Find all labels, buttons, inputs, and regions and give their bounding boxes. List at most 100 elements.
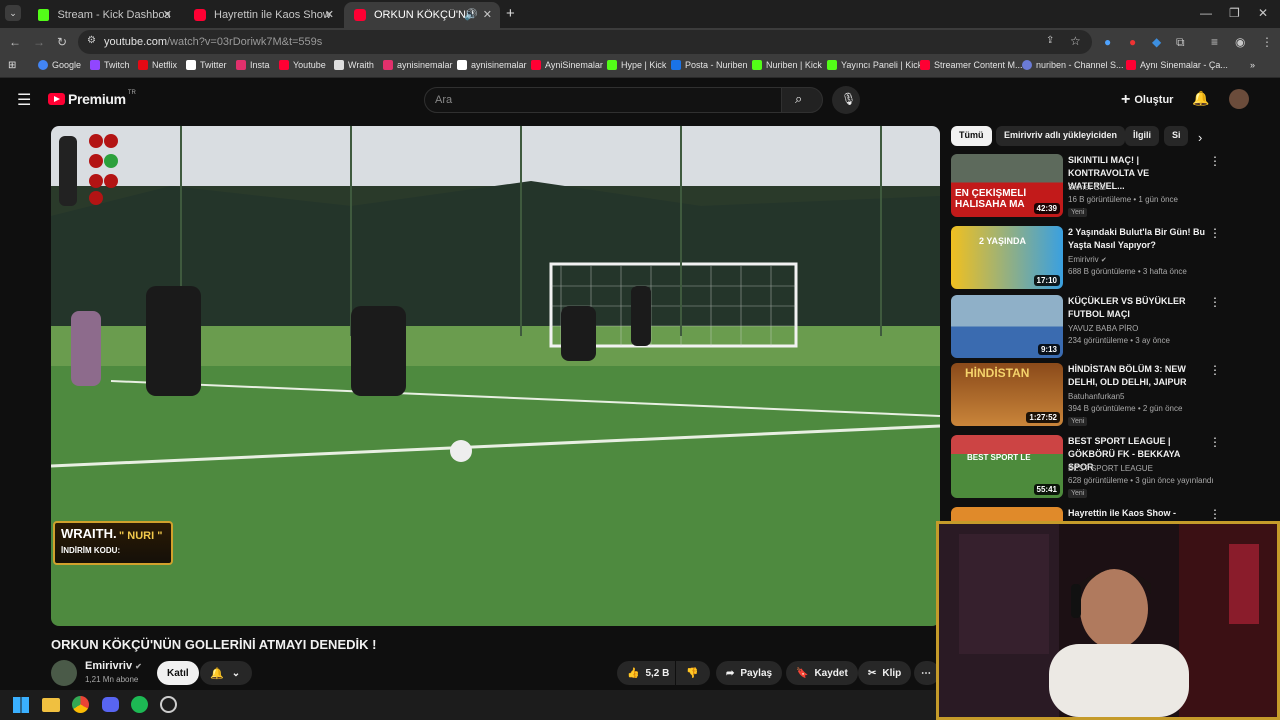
channel-name[interactable]: Batuhanfurkan5 — [1068, 392, 1125, 401]
install-icon[interactable]: ⇪ — [1046, 35, 1054, 46]
list-item[interactable]: HİNDİSTAN 1:27:52 HİNDİSTAN BÖLÜM 3: NEW… — [951, 363, 1263, 427]
subscribe-bell-button[interactable]: 🔔 ⌄ — [200, 661, 252, 685]
create-button[interactable]: + Oluştur — [1121, 91, 1173, 109]
address-bar[interactable]: ⚙ youtube.com/watch?v=03rDoriwk7M&t=559s… — [78, 30, 1092, 54]
channel-avatar[interactable] — [51, 660, 77, 686]
notifications-bell-icon[interactable]: 🔔 — [1192, 90, 1209, 107]
profile-avatar[interactable]: ◉ — [1235, 35, 1245, 49]
menu-icon[interactable]: ⋮ — [1261, 35, 1273, 49]
video-player[interactable]: WRAITH. " NURI " İNDİRİM KODU: — [51, 126, 940, 626]
channel-name[interactable]: Emirivriv ✔ — [85, 660, 142, 672]
bookmark[interactable]: Posta - Nuriben — [671, 60, 748, 70]
bookmark[interactable]: Nuriben | Kick — [752, 60, 822, 70]
chip-related[interactable]: İlgili — [1125, 126, 1159, 146]
tab-current-video[interactable]: ORKUN KÖKÇÜ'NÜN GOLLE 🔊 ✕ — [344, 2, 500, 28]
channel-name[interactable]: BEST SPORT LEAGUE — [1068, 464, 1153, 473]
bookmark[interactable]: Google — [38, 60, 81, 70]
hamburger-menu-icon[interactable]: ☰ — [17, 90, 31, 110]
more-options-icon[interactable]: ⋮ — [1209, 507, 1221, 521]
maximize-icon[interactable]: ❐ — [1229, 6, 1240, 20]
speaker-icon[interactable]: 🔊 — [464, 8, 478, 21]
bookmark[interactable]: Streamer Content M... — [920, 60, 1023, 70]
bookmark[interactable]: Yayıncı Paneli | Kick — [827, 60, 922, 70]
more-options-icon[interactable]: ⋮ — [1209, 154, 1221, 168]
list-item[interactable]: 2 YAŞINDA 17:10 2 Yaşındaki Bulut'la Bir… — [951, 226, 1263, 290]
close-icon[interactable]: ✕ — [163, 8, 172, 21]
clip-button[interactable]: ✂ Klip — [858, 661, 912, 685]
close-icon[interactable]: ✕ — [325, 8, 334, 21]
puzzle-icon[interactable]: ⧉ — [1176, 35, 1185, 50]
reload-icon[interactable]: ↻ — [57, 35, 67, 49]
chrome-icon[interactable] — [72, 696, 89, 713]
file-explorer-icon[interactable] — [42, 698, 60, 712]
video-title[interactable]: HİNDİSTAN BÖLÜM 3: NEW DELHI, OLD DELHI,… — [1068, 363, 1206, 389]
chip-from-uploader[interactable]: Emirivriv adlı yükleyiciden — [996, 126, 1126, 146]
more-options-icon[interactable]: ⋮ — [1209, 363, 1221, 377]
save-button[interactable]: 🔖 Kaydet — [786, 661, 858, 685]
bookmark[interactable]: Aynı Sinemalar - Ça... — [1126, 60, 1228, 70]
minimize-icon[interactable]: — — [1200, 6, 1212, 20]
list-item[interactable]: BEST SPORT LE 55:41 BEST SPORT LEAGUE | … — [951, 435, 1263, 499]
tab-kaos-show[interactable]: Hayrettin ile Kaos Show - 2.Sez ✕ — [184, 2, 342, 28]
account-avatar[interactable] — [1229, 89, 1249, 109]
more-options-icon[interactable]: ⋮ — [1209, 226, 1221, 240]
channel-name[interactable]: YAVUZ BABA PİRO — [1068, 324, 1138, 333]
bookmark[interactable]: aynisinemalar — [457, 60, 527, 70]
back-icon[interactable]: ← — [9, 35, 21, 49]
list-item[interactable]: EN ÇEKİŞMELİ HALISAHA MA 42:39 SIKINTILI… — [951, 154, 1263, 218]
new-tab-button[interactable]: + — [506, 5, 515, 22]
bookmark[interactable]: Youtube — [279, 60, 326, 70]
video-title[interactable]: Hayrettin ile Kaos Show - — [1068, 507, 1206, 520]
bookmark-star-icon[interactable]: ☆ — [1070, 34, 1081, 48]
channel-name[interactable]: Emirivriv ✔ — [1068, 255, 1107, 264]
like-button[interactable]: 👍 5,2 B — [617, 661, 675, 685]
spotify-icon[interactable] — [131, 696, 148, 713]
more-options-icon[interactable]: ⋮ — [1209, 435, 1221, 449]
site-info-icon[interactable]: ⚙ — [87, 35, 96, 46]
close-window-icon[interactable]: ✕ — [1258, 6, 1268, 20]
youtube-logo[interactable]: Premium TR — [48, 90, 136, 107]
chip-more[interactable]: Si — [1164, 126, 1188, 146]
voice-search-button[interactable]: 🎙 — [832, 86, 860, 114]
bookmark[interactable]: Twitter — [186, 60, 227, 70]
extension-icon[interactable]: ● — [1104, 35, 1111, 49]
media-icon[interactable]: ≡ — [1211, 35, 1218, 49]
apps-icon[interactable]: ⊞ — [8, 60, 16, 71]
more-options-icon[interactable]: ⋮ — [1209, 295, 1221, 309]
list-item[interactable]: 9:13 KÜÇÜKLER VS BÜYÜKLER FUTBOL MAÇI YA… — [951, 295, 1263, 359]
tab-kick-dashboard[interactable]: Stream - Kick Dashboard ✕ — [28, 2, 180, 28]
bookmark[interactable]: Netflix — [138, 60, 177, 70]
expand-icon[interactable]: » — [1250, 60, 1255, 70]
video-title[interactable]: 2 Yaşındaki Bulut'la Bir Gün! Bu Yaşta N… — [1068, 226, 1206, 252]
video-thumbnail[interactable]: 9:13 — [951, 295, 1063, 358]
search-input[interactable]: Ara — [424, 87, 782, 113]
bookmark[interactable]: aynisinemalar — [383, 60, 453, 70]
channel-name[interactable]: Samet Gül — [1068, 183, 1106, 192]
bookmark-label: Wraith — [348, 60, 374, 70]
dislike-button[interactable]: 👎 — [676, 661, 710, 685]
bookmark[interactable]: nuriben - Channel S... — [1022, 60, 1124, 70]
extension-icon[interactable]: ● — [1129, 35, 1136, 49]
video-thumbnail[interactable]: EN ÇEKİŞMELİ HALISAHA MA 42:39 — [951, 154, 1063, 217]
video-title[interactable]: KÜÇÜKLER VS BÜYÜKLER FUTBOL MAÇI — [1068, 295, 1206, 321]
join-button[interactable]: Katıl — [157, 661, 199, 685]
discord-icon[interactable] — [102, 697, 119, 712]
share-button[interactable]: ➦ Paylaş — [716, 661, 783, 685]
chevron-right-icon[interactable]: › — [1198, 130, 1202, 145]
video-thumbnail[interactable]: HİNDİSTAN 1:27:52 — [951, 363, 1063, 426]
bookmark[interactable]: AyniSinemalar — [531, 60, 603, 70]
close-icon[interactable]: ✕ — [483, 8, 492, 21]
chip-all[interactable]: Tümü — [951, 126, 992, 146]
bookmark[interactable]: Hype | Kick — [607, 60, 666, 70]
app-icon[interactable] — [160, 696, 177, 713]
forward-icon[interactable]: → — [33, 35, 45, 49]
video-thumbnail[interactable]: 2 YAŞINDA 17:10 — [951, 226, 1063, 289]
bookmark[interactable]: Wraith — [334, 60, 374, 70]
tab-search-button[interactable]: ⌄ — [5, 5, 21, 21]
bookmark[interactable]: Twitch — [90, 60, 130, 70]
shield-icon[interactable]: ◆ — [1152, 35, 1161, 49]
windows-start-icon[interactable] — [13, 697, 29, 713]
search-button[interactable]: ⌕ — [781, 87, 823, 113]
video-thumbnail[interactable]: BEST SPORT LE 55:41 — [951, 435, 1063, 498]
bookmark[interactable]: Insta — [236, 60, 270, 70]
